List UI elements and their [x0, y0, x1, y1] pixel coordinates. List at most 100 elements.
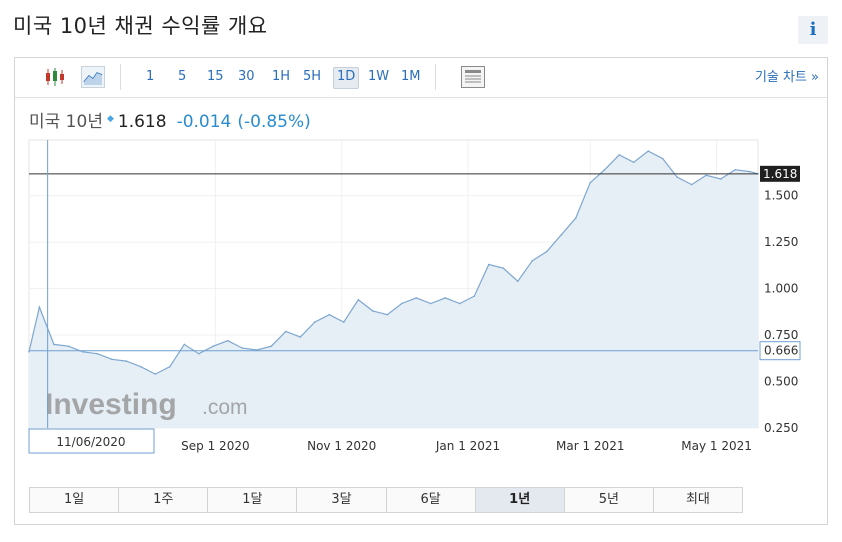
- range-button-1[interactable]: 1: [143, 67, 157, 87]
- data-point: [603, 168, 606, 171]
- price-chart[interactable]: Investing .com 0.250 0.500 0.750 1.000 1.250 1.…: [15, 138, 827, 468]
- data-point: [676, 176, 678, 178]
- y-tick-label: 0.750: [764, 328, 798, 342]
- data-point: [241, 347, 244, 349]
- data-point: [473, 295, 476, 297]
- data-point: [386, 313, 389, 316]
- data-point: [661, 157, 664, 160]
- diamond-icon: ◆: [106, 114, 114, 124]
- candlestick-icon[interactable]: [43, 66, 67, 88]
- chart-panel: 1 5 15 30 1H 5H 1D 1W 1M 기술 차트 » 미국 10년 ◆ 1.618 -0.…: [14, 57, 828, 525]
- data-point: [575, 217, 577, 219]
- data-point: [328, 313, 331, 316]
- data-point: [632, 161, 635, 164]
- technical-chart-link[interactable]: 기술 차트 »: [755, 66, 819, 85]
- data-point: [96, 352, 99, 355]
- y-tick-label: 1.000: [764, 282, 798, 296]
- period-selector: 1일 1주 1달 3달 6달 1년 5년 최대: [29, 487, 743, 513]
- watermark-logo: Investing: [45, 388, 177, 421]
- data-point: [28, 351, 30, 353]
- instrument-name: 미국 10년: [29, 112, 103, 132]
- crosshair-value-label: 0.666: [764, 344, 798, 358]
- data-point: [314, 321, 316, 323]
- x-tick-label: Mar 1 2021: [556, 439, 624, 453]
- data-point: [82, 351, 84, 353]
- price-change-percent: (-0.85%): [237, 112, 311, 132]
- data-point: [517, 280, 519, 282]
- data-point: [198, 352, 200, 355]
- y-tick-label: 1.250: [764, 235, 798, 249]
- range-button-5h[interactable]: 5H: [300, 67, 324, 87]
- data-point: [415, 297, 418, 299]
- current-price-label: 1.618: [763, 167, 797, 181]
- data-point: [53, 343, 55, 346]
- toolbar-separator: [120, 64, 121, 90]
- data-point: [154, 373, 157, 375]
- range-button-1h[interactable]: 1H: [269, 67, 293, 87]
- data-point: [270, 345, 273, 347]
- data-point: [502, 267, 505, 269]
- data-point: [444, 297, 447, 299]
- data-point: [734, 168, 736, 171]
- data-point: [705, 174, 707, 177]
- info-icon[interactable]: i: [798, 16, 828, 44]
- data-point: [690, 183, 693, 186]
- data-point: [488, 263, 490, 266]
- x-tick-label: Sep 1 2020: [181, 439, 249, 453]
- data-point: [299, 336, 302, 338]
- data-point: [125, 360, 128, 362]
- period-button-0[interactable]: 1일: [30, 488, 120, 512]
- data-point: [618, 154, 620, 156]
- data-point: [140, 365, 142, 368]
- data-point: [343, 321, 345, 323]
- period-button-7[interactable]: 최대: [653, 488, 742, 512]
- toolbar-separator: [435, 64, 436, 90]
- data-point: [459, 302, 461, 305]
- period-button-3[interactable]: 3달: [297, 488, 387, 512]
- x-tick-label: Nov 1 2020: [307, 439, 376, 453]
- data-point: [748, 170, 751, 173]
- data-point: [67, 345, 70, 347]
- x-tick-label: May 1 2021: [681, 439, 752, 453]
- data-point: [719, 178, 722, 180]
- data-point: [560, 234, 563, 236]
- period-button-1[interactable]: 1주: [119, 488, 209, 512]
- range-button-1d[interactable]: 1D: [333, 67, 360, 89]
- data-point: [38, 306, 41, 308]
- y-tick-label: 1.500: [764, 189, 798, 203]
- data-point: [183, 343, 186, 346]
- data-point: [546, 250, 548, 253]
- period-button-5[interactable]: 1년: [475, 488, 565, 512]
- data-point: [589, 181, 591, 184]
- range-button-15[interactable]: 15: [204, 67, 227, 87]
- data-point: [285, 330, 287, 333]
- range-button-30[interactable]: 30: [235, 67, 258, 87]
- data-point: [430, 302, 432, 305]
- chart-toolbar: 1 5 15 30 1H 5H 1D 1W 1M 기술 차트 »: [15, 58, 827, 98]
- data-point: [212, 345, 215, 347]
- data-point: [372, 310, 374, 312]
- crosshair-date-label: 11/06/2020: [56, 435, 125, 449]
- price-change: -0.014: [176, 112, 232, 132]
- data-point: [169, 365, 171, 368]
- x-tick-label: Jan 1 2021: [435, 439, 500, 453]
- range-button-1m[interactable]: 1M: [398, 67, 424, 87]
- line-chart-icon[interactable]: [81, 66, 105, 88]
- period-button-6[interactable]: 5년: [564, 488, 654, 512]
- range-button-1w[interactable]: 1W: [365, 67, 392, 87]
- data-point: [531, 260, 534, 262]
- y-tick-label: 0.250: [764, 421, 798, 435]
- data-point: [111, 358, 113, 361]
- table-view-icon[interactable]: [461, 66, 485, 88]
- period-button-2[interactable]: 1달: [208, 488, 298, 512]
- range-button-5[interactable]: 5: [175, 67, 189, 87]
- page-title: 미국 10년 채권 수익률 개요: [13, 14, 268, 38]
- last-price: 1.618: [117, 112, 167, 132]
- period-button-4[interactable]: 6달: [386, 488, 476, 512]
- y-tick-label: 0.500: [764, 375, 798, 389]
- data-point: [227, 339, 229, 342]
- data-point: [401, 302, 403, 305]
- quote-line: 미국 10년 ◆ 1.618 -0.014 (-0.85%): [29, 107, 311, 132]
- data-point: [357, 299, 360, 301]
- data-point: [647, 150, 649, 152]
